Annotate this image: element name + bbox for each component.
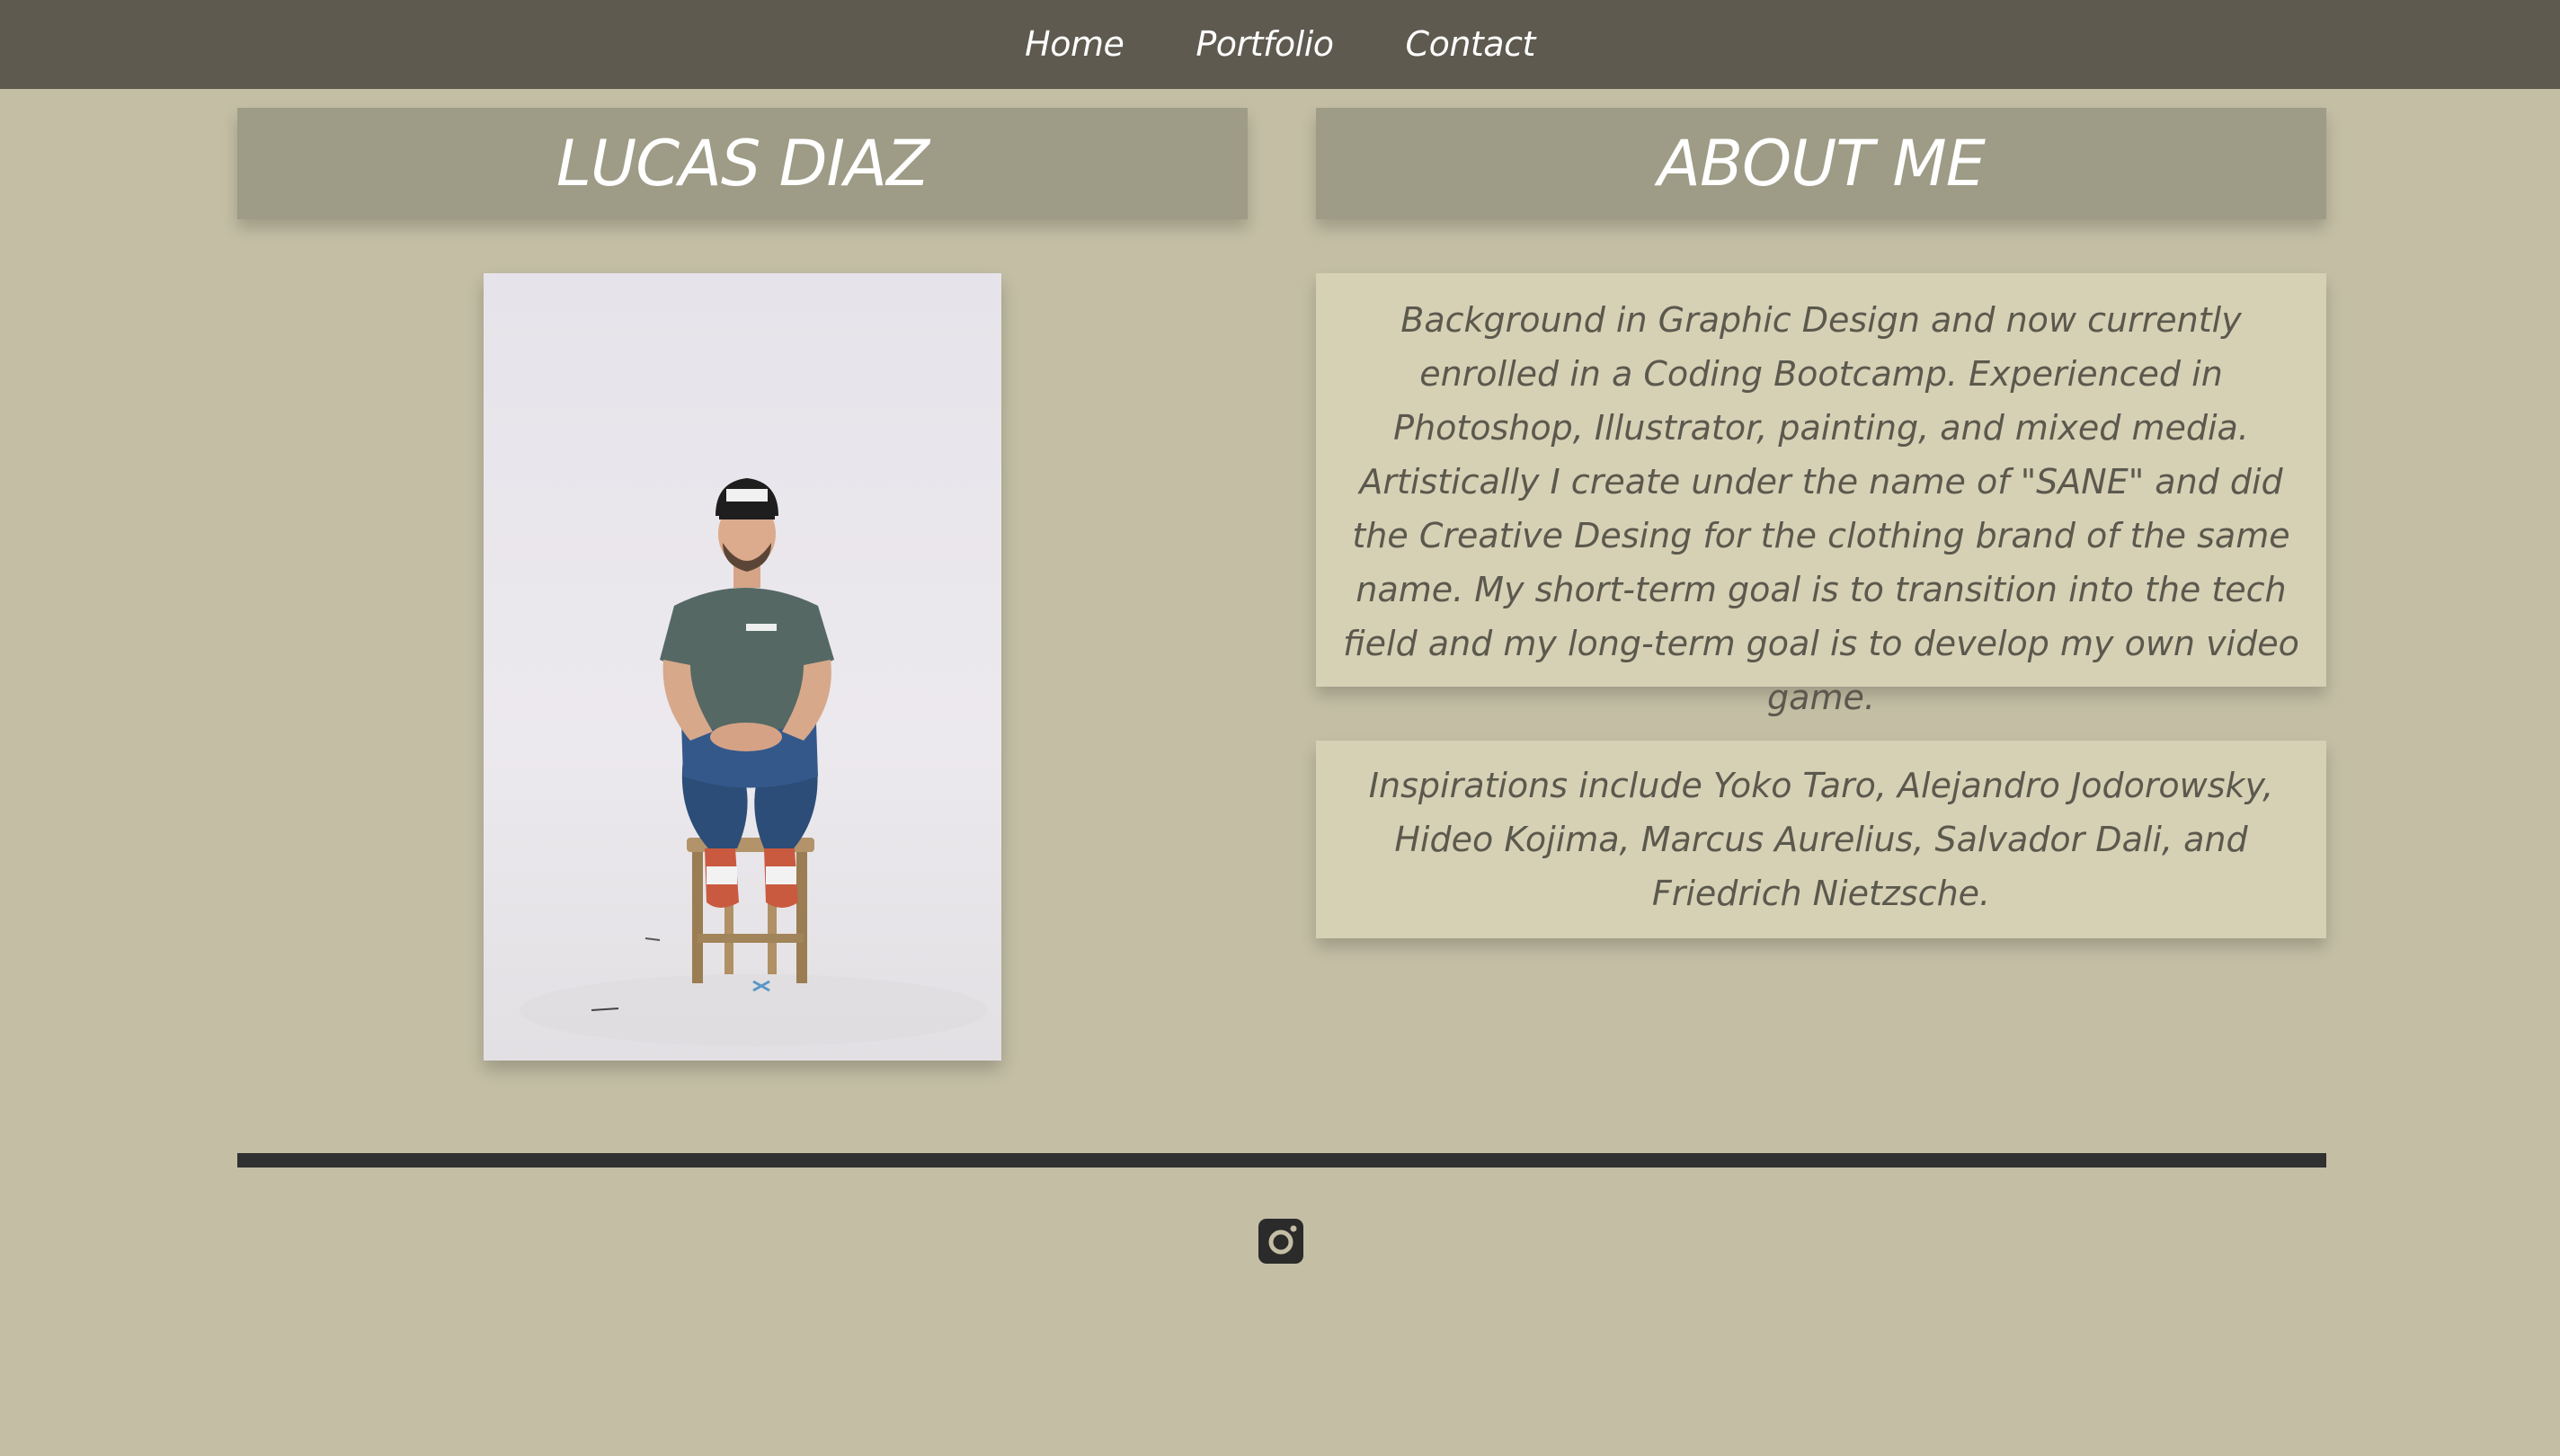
about-header: ABOUT ME [1316, 108, 2326, 219]
name-header: LUCAS DIAZ [237, 108, 1248, 219]
instagram-icon[interactable] [1258, 1219, 1303, 1264]
about-title: ABOUT ME [1658, 127, 1986, 200]
inspirations-paragraph: Inspirations include Yoko Taro, Alejandr… [1368, 766, 2274, 913]
about-text-card: Background in Graphic Design and now cur… [1316, 273, 2326, 717]
top-navbar: Home Portfolio Contact [0, 0, 2560, 89]
nav-portfolio-link[interactable]: Portfolio [1187, 0, 1342, 89]
about-paragraph: Background in Graphic Design and now cur… [1343, 300, 2299, 717]
nav-contact-link[interactable]: Contact [1397, 0, 1544, 89]
profile-photo [484, 273, 1001, 1061]
footer-divider [237, 1153, 2326, 1167]
name-title: LUCAS DIAZ [556, 127, 929, 200]
nav-home-link[interactable]: Home [1016, 0, 1133, 89]
inspirations-card: Inspirations include Yoko Taro, Alejandr… [1316, 741, 2326, 938]
